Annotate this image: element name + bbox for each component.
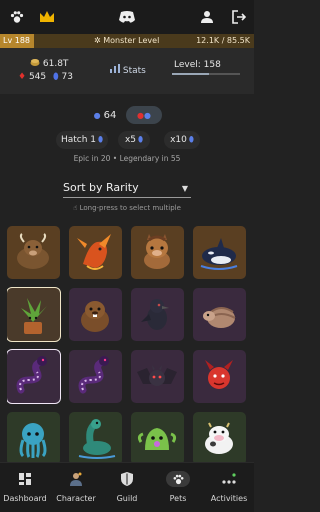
character-icon	[64, 471, 88, 487]
hatch-x10-button[interactable]: x10 ⬮	[164, 131, 200, 149]
pet-card-horse[interactable]	[131, 226, 184, 279]
dragon-icon	[77, 234, 111, 270]
hatch-1-button[interactable]: Hatch 1 ⬮	[56, 131, 108, 149]
pet-card-octopus[interactable]	[7, 412, 60, 462]
horse-icon	[144, 234, 170, 269]
gold-bag-icon	[30, 59, 40, 66]
pet-level: Level: 158	[172, 60, 240, 75]
pet-card-beaver[interactable]	[69, 288, 122, 341]
bar-chart-icon	[110, 64, 120, 73]
nav-activities[interactable]: Activities	[204, 463, 254, 512]
bat-icon	[137, 365, 177, 386]
blue-orb-icon: ●	[93, 110, 101, 120]
hatch-x5-button[interactable]: x5 ⬮	[118, 131, 150, 149]
dashboard-icon	[13, 471, 37, 487]
blue-orb-icon: ●	[144, 110, 151, 120]
nav-dashboard[interactable]: Dashboard	[0, 463, 50, 512]
blue-orb-icon: ⬮	[138, 135, 144, 144]
player-level: Lv 188	[0, 34, 34, 48]
snake-icon	[16, 356, 47, 394]
nav-pets[interactable]: Pets	[153, 463, 203, 512]
plant-icon	[21, 298, 47, 334]
red-orb-icon: ●	[137, 110, 144, 120]
snake-icon	[78, 356, 109, 394]
pet-card-armadillo[interactable]	[193, 288, 246, 341]
pet-card-bat[interactable]	[131, 350, 184, 403]
crow-icon	[141, 299, 169, 330]
xp-readout: 12.1K / 85.5K	[196, 36, 250, 45]
nav-guild[interactable]: Guild	[102, 463, 152, 512]
nessie-icon	[78, 419, 116, 459]
pet-card-slime[interactable]	[131, 412, 184, 462]
paw-icon[interactable]	[8, 8, 26, 26]
devil-icon	[205, 360, 233, 389]
top-app-bar	[0, 0, 254, 34]
bottom-navigation: Dashboard Character Guild Pets Activitie…	[0, 462, 254, 512]
pet-grid	[7, 226, 247, 462]
caret-down-icon: ▼	[181, 184, 188, 193]
slime-icon	[137, 428, 177, 450]
pet-card-devil[interactable]	[193, 350, 246, 403]
pet-level-progress	[172, 73, 240, 75]
blue-gem-icon: ⬮	[53, 72, 59, 82]
paw-icon	[166, 471, 190, 487]
dots-icon	[217, 471, 241, 487]
person-icon[interactable]	[198, 8, 216, 26]
blue-gem-count: 73	[61, 72, 73, 82]
monster-level-bar: Lv 188 ✲ Monster Level 12.1K / 85.5K	[0, 34, 254, 48]
gem-amounts: ♦ 545 ⬮ 73	[18, 72, 73, 82]
rarity-pity-note: Epic in 20 • Legendary in 55	[73, 154, 181, 163]
cow-icon	[205, 422, 233, 454]
egg-currency-row: ● 64 ● ●	[0, 106, 254, 124]
stats-button[interactable]: Stats	[110, 64, 146, 76]
gold-amount: 61.8T	[30, 58, 68, 69]
nav-character[interactable]: Character	[51, 463, 101, 512]
pet-card-dragon[interactable]	[69, 226, 122, 279]
pet-card-bull[interactable]	[7, 226, 60, 279]
blue-orb-icon: ⬮	[188, 135, 194, 144]
hand-icon: ☝	[73, 204, 78, 212]
red-gem-icon: ♦	[18, 72, 27, 82]
bull-icon	[17, 233, 49, 269]
orca-icon	[200, 238, 238, 270]
pet-card-plant[interactable]	[7, 287, 61, 342]
monster-level-label: ✲ Monster Level	[94, 36, 160, 45]
pet-card-cow[interactable]	[193, 412, 246, 462]
beaver-icon	[81, 301, 109, 332]
pet-card-orca[interactable]	[193, 226, 246, 279]
pet-card-nessie[interactable]	[69, 412, 122, 462]
pet-card-crow[interactable]	[131, 288, 184, 341]
resource-panel: 61.8T ♦ 545 ⬮ 73 Stats Level: 158	[0, 48, 254, 94]
shield-icon	[115, 471, 139, 487]
blue-orb-icon: ⬮	[98, 135, 104, 144]
crown-icon[interactable]	[38, 8, 56, 26]
octopus-icon	[19, 423, 47, 458]
logout-icon[interactable]	[230, 8, 248, 26]
armadillo-icon	[203, 307, 236, 328]
pet-card-snake[interactable]	[69, 350, 122, 403]
blue-orb-count: ● 64	[93, 109, 117, 121]
mixed-orb-chip[interactable]: ● ●	[126, 106, 162, 124]
pet-card-snake[interactable]	[7, 349, 61, 404]
multi-select-hint: ☝ Long-press to select multiple	[73, 204, 181, 212]
sort-select[interactable]: Sort by Rarity ▼	[63, 180, 191, 198]
red-gem-count: 545	[28, 72, 47, 82]
gear-icon: ✲	[94, 36, 101, 45]
discord-icon[interactable]	[118, 8, 136, 26]
